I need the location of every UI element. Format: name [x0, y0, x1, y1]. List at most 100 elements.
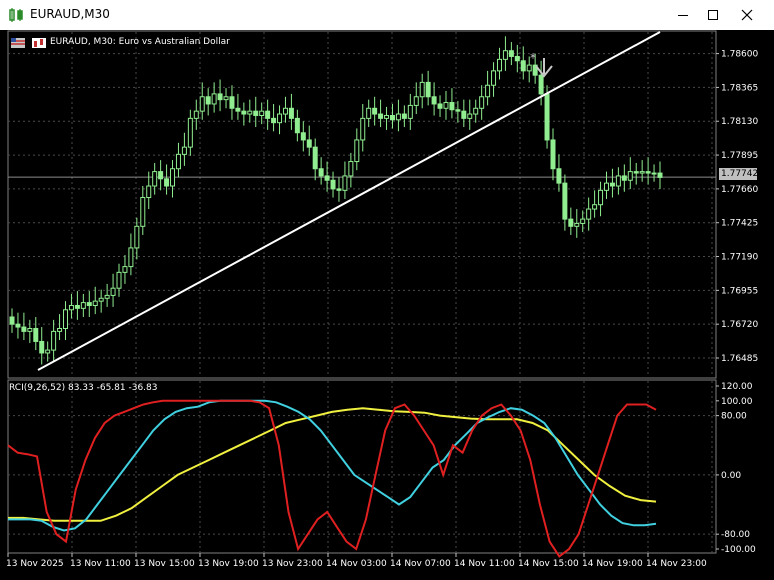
- candle-body: [413, 96, 419, 106]
- candle-body: [401, 113, 407, 119]
- candle-body: [603, 182, 609, 191]
- candle-body: [128, 247, 134, 268]
- candle-body: [354, 139, 360, 163]
- indicator-frame: [7, 379, 717, 554]
- close-button[interactable]: [724, 0, 770, 30]
- candle-body: [395, 113, 401, 121]
- candle-body: [342, 175, 348, 191]
- candle-body: [384, 114, 390, 119]
- candle-body: [158, 171, 164, 180]
- candle-body: [205, 96, 211, 105]
- candle-body: [496, 58, 502, 72]
- candle-body: [253, 110, 259, 116]
- candle-body: [645, 171, 651, 174]
- candle-body: [431, 96, 437, 105]
- candle-body: [508, 50, 514, 57]
- candle-body: [461, 110, 467, 119]
- candle-body: [348, 161, 354, 177]
- candle-body: [372, 107, 378, 115]
- candle-body: [502, 50, 508, 60]
- current-price-tag: 1.77742: [719, 168, 759, 180]
- candle-body: [300, 132, 306, 141]
- candle-body: [633, 171, 639, 174]
- candle-body: [80, 302, 86, 309]
- time-axis-label: 14 Nov 15:00: [518, 559, 579, 569]
- candle-body: [360, 117, 366, 141]
- candle-body: [27, 328, 33, 332]
- time-axis-label: 14 Nov 03:00: [326, 559, 387, 569]
- indicator-axis-label: -100.00: [721, 545, 756, 555]
- time-axis-label: 13 Nov 23:00: [262, 559, 323, 569]
- candle-body: [378, 113, 384, 119]
- time-axis-label: 13 Nov 11:00: [70, 559, 131, 569]
- rci-fast-line: [7, 399, 657, 558]
- candle-body: [621, 175, 627, 181]
- candle-body: [598, 189, 604, 206]
- candle-body: [288, 107, 294, 119]
- candle-body: [651, 172, 657, 175]
- minimize-icon: [678, 15, 688, 16]
- candle-body: [140, 197, 146, 227]
- candle-body: [526, 64, 532, 72]
- candle-body: [122, 266, 128, 273]
- candle-body: [485, 84, 491, 98]
- candle-body: [324, 175, 330, 181]
- time-axis-label: 14 Nov 11:00: [454, 559, 515, 569]
- candle-body: [639, 171, 645, 174]
- candle-body: [366, 107, 372, 119]
- candle-body: [187, 117, 193, 148]
- price-axis-label: 1.76720: [721, 320, 758, 330]
- candle-body: [538, 74, 544, 95]
- candle-body: [229, 96, 235, 109]
- candle-body: [282, 107, 288, 115]
- candle-body: [574, 222, 580, 227]
- candle-body: [657, 172, 663, 178]
- candle-body: [110, 287, 116, 296]
- candle-body: [609, 182, 615, 187]
- candle-body: [116, 271, 122, 289]
- price-axis-label: 1.78600: [721, 50, 758, 60]
- candle-body: [627, 171, 633, 181]
- chart-type-icon: [32, 38, 46, 48]
- indicator-axis-label: 80.00: [721, 412, 747, 422]
- candle-body: [562, 182, 568, 220]
- time-axis-label: 13 Nov 2025: [6, 559, 64, 569]
- candle-body: [217, 93, 223, 101]
- price-axis-label: 1.78130: [721, 117, 758, 127]
- price-axis-label: 1.77895: [721, 151, 758, 161]
- candle-body: [134, 225, 140, 249]
- candle-body: [57, 328, 63, 332]
- candle-body: [265, 110, 271, 119]
- candle-body: [170, 168, 176, 187]
- price-axis-label: 1.76485: [721, 354, 758, 364]
- candle-body: [312, 146, 318, 170]
- candle-body: [389, 114, 395, 121]
- candle-body: [592, 204, 598, 210]
- candle-body: [294, 117, 300, 134]
- candle-body: [336, 188, 342, 191]
- candle-body: [419, 81, 425, 98]
- candle-body: [98, 297, 104, 302]
- main-chart-frame: [7, 30, 717, 379]
- candle-body: [437, 103, 443, 109]
- candle-body: [568, 218, 574, 227]
- chart-area[interactable]: 1.78600 1.78365 1.78130 1.77895 1.77660 1.774…: [0, 30, 774, 580]
- candle-body: [443, 102, 449, 109]
- time-axis-label: 13 Nov 19:00: [198, 559, 259, 569]
- candle-body: [92, 300, 98, 306]
- chart-tools: [11, 38, 46, 48]
- chart-canvas[interactable]: 1.78600 1.78365 1.78130 1.77895 1.77660 1.774…: [0, 30, 774, 580]
- time-axis-label: 14 Nov 07:00: [390, 559, 451, 569]
- candle-body: [544, 93, 550, 141]
- indicator-axis-label: 100.00: [721, 397, 753, 407]
- indicator-axis-label: -80.00: [721, 530, 750, 540]
- candle-body: [193, 110, 199, 119]
- candle-body: [455, 109, 461, 112]
- candle-body: [330, 179, 336, 190]
- candle-body: [211, 93, 217, 105]
- signal-star-icon: *: [530, 51, 536, 65]
- chart-symbol-label: EURAUD, M30: Euro vs Australian Dollar: [50, 37, 230, 47]
- candle-body: [449, 102, 455, 111]
- candle-body: [15, 323, 21, 328]
- price-axis-label: 1.78365: [721, 83, 758, 93]
